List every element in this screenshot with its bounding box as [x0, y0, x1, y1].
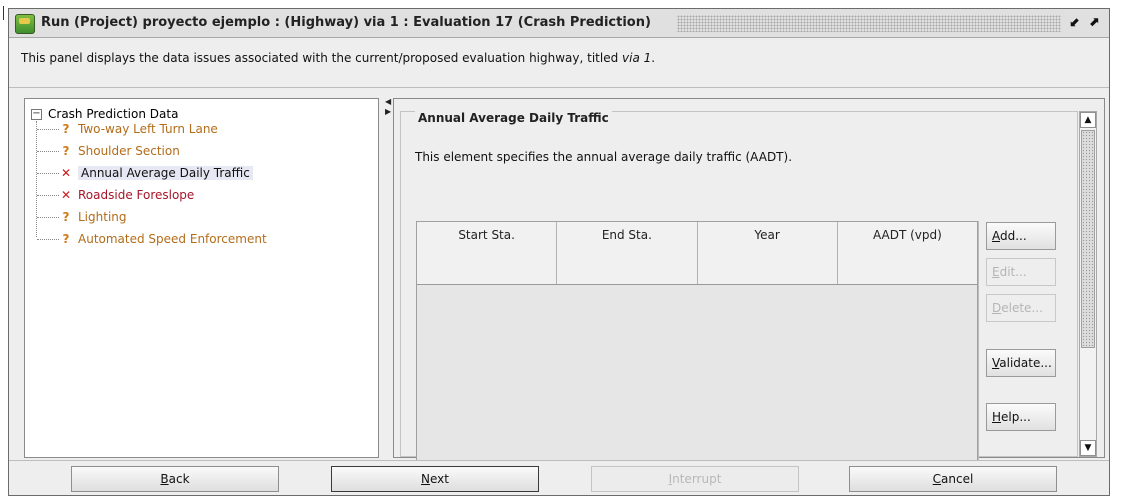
scroll-up-icon[interactable]: ▲: [1080, 112, 1096, 128]
tree-item-lighting[interactable]: ? Lighting: [37, 207, 127, 227]
table-header: Start Sta. End Sta. Year AADT (vpd): [417, 222, 977, 285]
tree-connector-line: [37, 173, 59, 174]
description-suffix: .: [651, 51, 656, 65]
tree-item-roadside-foreslope[interactable]: ✕ Roadside Foreslope: [37, 185, 194, 205]
tree-connector-line: [37, 217, 59, 218]
button-label: ack: [168, 472, 190, 486]
highway-name: via 1: [622, 51, 652, 65]
panel-description: This panel displays the data issues asso…: [21, 51, 655, 65]
question-icon: ?: [62, 210, 70, 224]
mnemonic: A: [992, 229, 1000, 243]
edit-button[interactable]: Edit...: [986, 258, 1056, 286]
tree-item-label: Two-way Left Turn Lane: [78, 122, 218, 136]
button-column-divider: [978, 221, 980, 461]
mnemonic: C: [932, 472, 942, 486]
next-button[interactable]: Next: [331, 466, 539, 492]
button-label: elp...: [1001, 410, 1031, 424]
interrupt-button[interactable]: Interrupt: [591, 466, 799, 492]
tree-item-label: Shoulder Section: [78, 144, 180, 158]
tree-connector-line: [37, 151, 59, 152]
button-label: dd...: [1000, 229, 1027, 243]
mnemonic: B: [160, 472, 169, 486]
element-title: Annual Average Daily Traffic: [415, 111, 612, 125]
button-label: ancel: [941, 472, 974, 486]
window-edge-marker: [3, 6, 4, 20]
aadt-table[interactable]: Start Sta. End Sta. Year AADT (vpd): [416, 221, 978, 461]
tree-item-two-way-left-turn-lane[interactable]: ? Two-way Left Turn Lane: [37, 119, 218, 139]
scroll-down-icon[interactable]: ▼: [1080, 440, 1096, 456]
tree-connector-line: [37, 129, 59, 130]
question-icon: ?: [62, 144, 70, 158]
data-tree: − Crash Prediction Data ? Two-way Left Tur…: [24, 98, 379, 458]
window-title: Run (Project) proyecto ejemplo : (Highwa…: [41, 15, 651, 30]
button-label: ext: [430, 472, 449, 486]
button-label: alidate...: [999, 356, 1052, 370]
vertical-scrollbar[interactable]: ▲ ▼: [1079, 111, 1097, 457]
arrow-left-icon[interactable]: ◀: [385, 98, 391, 106]
button-label: nterrupt: [672, 472, 722, 486]
x-icon: ✕: [60, 188, 72, 202]
tree-item-automated-speed-enforcement[interactable]: ? Automated Speed Enforcement: [37, 229, 267, 249]
tree-item-label: Roadside Foreslope: [78, 188, 195, 202]
back-button[interactable]: Back: [71, 466, 279, 492]
element-description: This element specifies the annual averag…: [415, 150, 793, 164]
help-button[interactable]: Help...: [986, 403, 1056, 431]
mnemonic: E: [992, 265, 1000, 279]
scroll-thumb[interactable]: [1081, 130, 1095, 348]
description-text: This panel displays the data issues asso…: [21, 51, 623, 65]
element-group: Annual Average Daily Traffic This elemen…: [400, 111, 1078, 461]
button-label: dit...: [999, 265, 1027, 279]
tree-item-shoulder-section[interactable]: ? Shoulder Section: [37, 141, 180, 161]
tree-connector-line: [37, 195, 59, 196]
add-button[interactable]: Add...: [986, 222, 1056, 250]
restore-icon[interactable]: ⬋: [1067, 15, 1083, 31]
element-panel: Annual Average Daily Traffic This elemen…: [393, 98, 1105, 461]
button-label: elete...: [1001, 301, 1043, 315]
column-header-end-sta[interactable]: End Sta.: [557, 222, 698, 284]
delete-button[interactable]: Delete...: [986, 294, 1056, 322]
app-icon: [15, 14, 35, 34]
mnemonic: N: [421, 472, 430, 486]
x-icon: ✕: [60, 166, 72, 180]
mnemonic: H: [992, 410, 1002, 424]
splitter[interactable]: ◀ ▶: [385, 98, 391, 458]
question-icon: ?: [62, 232, 70, 246]
title-bar[interactable]: Run (Project) proyecto ejemplo : (Highwa…: [9, 9, 1109, 38]
validate-button[interactable]: Validate...: [986, 349, 1056, 377]
title-bar-grip: [677, 15, 1061, 32]
tree-item-annual-average-daily-traffic[interactable]: ✕ Annual Average Daily Traffic: [37, 163, 253, 183]
arrow-right-icon[interactable]: ▶: [385, 108, 391, 116]
maximize-icon[interactable]: ⬈: [1086, 15, 1102, 31]
crash-prediction-window: Run (Project) proyecto ejemplo : (Highwa…: [8, 8, 1110, 496]
divider: [9, 460, 1109, 461]
question-icon: ?: [62, 122, 70, 136]
tree-item-label: Automated Speed Enforcement: [78, 232, 267, 246]
tree-connector-line: [37, 239, 59, 240]
divider: [9, 87, 1109, 88]
column-header-year[interactable]: Year: [698, 222, 838, 284]
cancel-button[interactable]: Cancel: [849, 466, 1057, 492]
mnemonic: D: [992, 301, 1002, 315]
column-header-aadt[interactable]: AADT (vpd): [838, 222, 977, 284]
tree-item-label: Lighting: [78, 210, 127, 224]
column-header-start-sta[interactable]: Start Sta.: [417, 222, 558, 284]
tree-item-label: Annual Average Daily Traffic: [78, 166, 253, 180]
